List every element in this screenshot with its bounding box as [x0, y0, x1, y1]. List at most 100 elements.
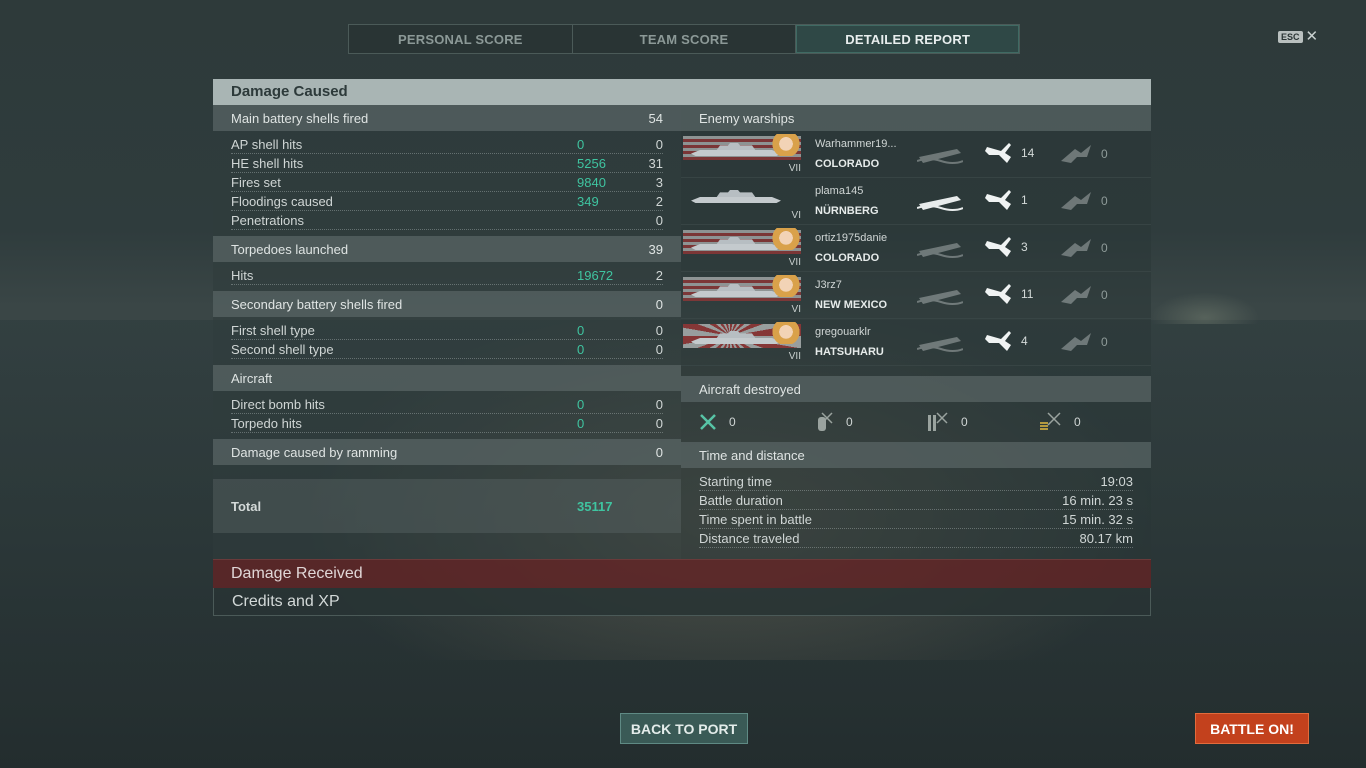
- time-row: Starting time 19:03: [699, 472, 1133, 491]
- stat-row: First shell type 0 0: [231, 321, 663, 340]
- close-icon: ✕: [1305, 28, 1319, 45]
- ramming-header: Damage caused by ramming 0: [213, 439, 681, 465]
- stat-damage: 349: [577, 193, 599, 209]
- section-label: Time and distance: [699, 447, 805, 463]
- building-stat: 0: [1059, 284, 1108, 306]
- stat-label: Floodings caused: [231, 193, 333, 209]
- sunk-ship-icon: [916, 143, 964, 170]
- damage-caused-header[interactable]: Damage Caused: [213, 79, 1151, 105]
- torpedo-bomber-icon: [928, 412, 948, 431]
- ship-hull: [691, 244, 781, 250]
- ship-hull: [691, 197, 781, 203]
- stat-damage: 19672: [577, 267, 614, 283]
- stat-count: 0: [655, 396, 663, 412]
- stat-row: Floodings caused 349 2: [231, 192, 663, 211]
- ship-hull: [691, 291, 781, 297]
- section-count: 0: [655, 296, 663, 312]
- spotted-icon: [985, 237, 1011, 257]
- aircraft-stat: 0: [925, 411, 1038, 433]
- total-damage: 35117: [577, 498, 613, 514]
- section-label: Aircraft destroyed: [699, 381, 801, 397]
- stat-label: AP shell hits: [231, 136, 303, 152]
- aircraft-count: 0: [846, 415, 853, 429]
- time-value: 15 min. 32 s: [1062, 511, 1133, 527]
- ship-tier: VI: [791, 210, 801, 221]
- damage-received-section[interactable]: Damage Received: [213, 559, 1151, 588]
- building-destroyed-icon: [1061, 239, 1091, 257]
- spotted-stat: 3: [983, 235, 1028, 259]
- spotted-icon: [985, 284, 1011, 304]
- building-count: 0: [1101, 288, 1108, 302]
- enemy-ship-name: COLORADO: [815, 158, 880, 170]
- stat-label: Direct bomb hits: [231, 396, 325, 412]
- tab-detailed-report[interactable]: DETAILED REPORT: [796, 25, 1020, 53]
- enemy-info: plama145 NÜRNBERG: [815, 185, 915, 217]
- building-destroyed-icon: [1061, 333, 1091, 351]
- time-row: Battle duration 16 min. 23 s: [699, 491, 1133, 510]
- sunk-ship-icon: [916, 331, 964, 358]
- enemy-info: Warhammer19... COLORADO: [815, 138, 915, 170]
- stat-count: 2: [655, 193, 663, 209]
- enemy-warships-header: Enemy warships: [681, 105, 1151, 131]
- enemy-info: J3rz7 NEW MEXICO: [815, 279, 915, 311]
- stat-row: AP shell hits 0 0: [231, 135, 663, 154]
- spotted-stat: 11: [983, 282, 1033, 306]
- tab-team-score[interactable]: TEAM SCORE: [573, 25, 797, 53]
- stat-count: 3: [655, 174, 663, 190]
- stat-label: First shell type: [231, 322, 315, 338]
- building-count: 0: [1101, 241, 1108, 255]
- tab-bar: PERSONAL SCORE TEAM SCORE DETAILED REPOR…: [348, 24, 1020, 54]
- section-label: Damage caused by ramming: [231, 444, 398, 460]
- stat-damage: 5256: [577, 155, 606, 171]
- stat-row: Second shell type 0 0: [231, 340, 663, 359]
- stat-label: Penetrations: [231, 212, 304, 228]
- aircraft-stat: 0: [812, 411, 925, 433]
- stat-label: HE shell hits: [231, 155, 304, 171]
- total-row: Total 35117: [213, 479, 681, 533]
- time-value: 19:03: [1100, 473, 1133, 489]
- close-button[interactable]: ESC ✕: [1278, 28, 1319, 45]
- section-label: Aircraft: [231, 370, 273, 386]
- enemy-row: VI J3rz7 NEW MEXICO 11 0: [681, 272, 1151, 319]
- damage-caused-stats: Main battery shells fired 54 AP shell hi…: [213, 105, 681, 559]
- ship-tier: VII: [788, 257, 801, 268]
- fighter-icon: [700, 414, 716, 430]
- spotted-icon: [985, 190, 1011, 210]
- enemy-and-time-stats: Enemy warships VII Warhammer19... COLORADO…: [681, 105, 1151, 559]
- time-label: Battle duration: [699, 492, 783, 508]
- enemy-player-name: Warhammer19...: [815, 138, 897, 150]
- stat-damage: 0: [577, 136, 585, 152]
- ship-hull: [691, 150, 781, 156]
- ship-image: VI: [681, 181, 801, 221]
- stat-damage: 0: [577, 415, 585, 431]
- stat-row: Fires set 9840 3: [231, 173, 663, 192]
- ship-image: VII: [681, 134, 801, 174]
- section-label: Torpedoes launched: [231, 241, 349, 257]
- enemy-row: VII ortiz1975danie COLORADO 3 0: [681, 225, 1151, 272]
- section-label: Main battery shells fired: [231, 110, 369, 126]
- back-to-port-button[interactable]: BACK TO PORT: [620, 713, 748, 744]
- stat-count: 0: [655, 322, 663, 338]
- aircraft-header: Aircraft: [213, 365, 681, 391]
- tab-personal-score[interactable]: PERSONAL SCORE: [349, 25, 573, 53]
- spotted-stat: 14: [983, 141, 1034, 165]
- aircraft-destroyed-row: 0 0 0 0: [681, 402, 1151, 442]
- main-battery-header: Main battery shells fired 54: [213, 105, 681, 131]
- aircraft-count: 0: [961, 415, 968, 429]
- spotted-count: 14: [1021, 146, 1035, 160]
- building-stat: 0: [1059, 190, 1108, 212]
- stat-damage: 0: [577, 396, 585, 412]
- spotted-icon: [985, 331, 1011, 351]
- detailed-report-panel: Damage Caused Main battery shells fired …: [213, 79, 1151, 616]
- battle-on-button[interactable]: BATTLE ON!: [1195, 713, 1309, 744]
- credits-xp-section[interactable]: Credits and XP: [213, 588, 1151, 616]
- building-count: 0: [1101, 194, 1108, 208]
- building-stat: 0: [1059, 237, 1108, 259]
- aircraft-stat: 0: [1038, 411, 1151, 433]
- enemy-player-name: gregouarklr: [815, 326, 871, 338]
- enemy-info: ortiz1975danie COLORADO: [815, 232, 915, 264]
- sunk-ship-icon: [916, 237, 964, 264]
- time-row: Distance traveled 80.17 km: [699, 529, 1133, 548]
- background-island: [1150, 292, 1260, 324]
- aircraft-stat: 0: [699, 413, 812, 431]
